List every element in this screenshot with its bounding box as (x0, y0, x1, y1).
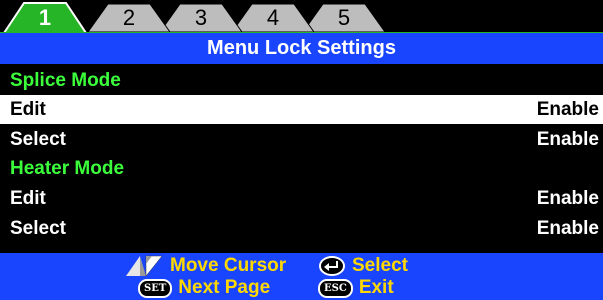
menu-item-value: Enable (536, 188, 599, 209)
key-hint-bar: Move Cursor Select SET Next Page ESC Exi… (0, 253, 603, 300)
menu-item-heater-select[interactable]: Select Enable (0, 214, 603, 243)
up-down-arrows-icon (126, 255, 163, 277)
menu-item-value: Enable (536, 218, 599, 239)
tab-4[interactable]: 4 (253, 6, 293, 30)
menu-item-label: Edit (10, 99, 46, 120)
section-header-heater-mode: Heater Mode (0, 154, 603, 183)
move-cursor-label: Move Cursor (170, 255, 287, 276)
enter-key-icon (319, 256, 345, 276)
menu-item-splice-edit[interactable]: Edit Enable (0, 95, 603, 124)
menu-item-label: Edit (10, 188, 46, 209)
set-key-icon: SET (138, 278, 173, 298)
next-page-hint: SET Next Page (138, 277, 270, 299)
tab-1[interactable]: 1 (25, 6, 65, 30)
tab-5[interactable]: 5 (324, 6, 364, 30)
exit-hint: ESC Exit (318, 277, 394, 299)
move-cursor-hint: Move Cursor (124, 255, 286, 277)
tab-2[interactable]: 2 (109, 6, 149, 30)
menu-item-value: Enable (536, 99, 599, 120)
section-header-splice-mode: Splice Mode (0, 66, 603, 95)
select-label: Select (352, 255, 408, 276)
esc-key-icon: ESC (318, 278, 353, 298)
section-label: Heater Mode (10, 158, 125, 179)
menu-item-label: Select (10, 129, 66, 150)
menu-item-value: Enable (536, 129, 599, 150)
next-page-label: Next Page (178, 277, 271, 298)
tab-3[interactable]: 3 (181, 6, 221, 30)
select-hint: Select (318, 255, 408, 277)
tab-shapes (0, 2, 603, 33)
exit-label: Exit (358, 277, 394, 298)
page-title: Menu Lock Settings (0, 33, 603, 64)
section-label: Splice Mode (10, 70, 121, 91)
menu-item-heater-edit[interactable]: Edit Enable (0, 184, 603, 213)
page-tabs: 1 2 3 4 5 (0, 0, 603, 33)
menu-item-splice-select[interactable]: Select Enable (0, 125, 603, 154)
menu-item-label: Select (10, 218, 66, 239)
